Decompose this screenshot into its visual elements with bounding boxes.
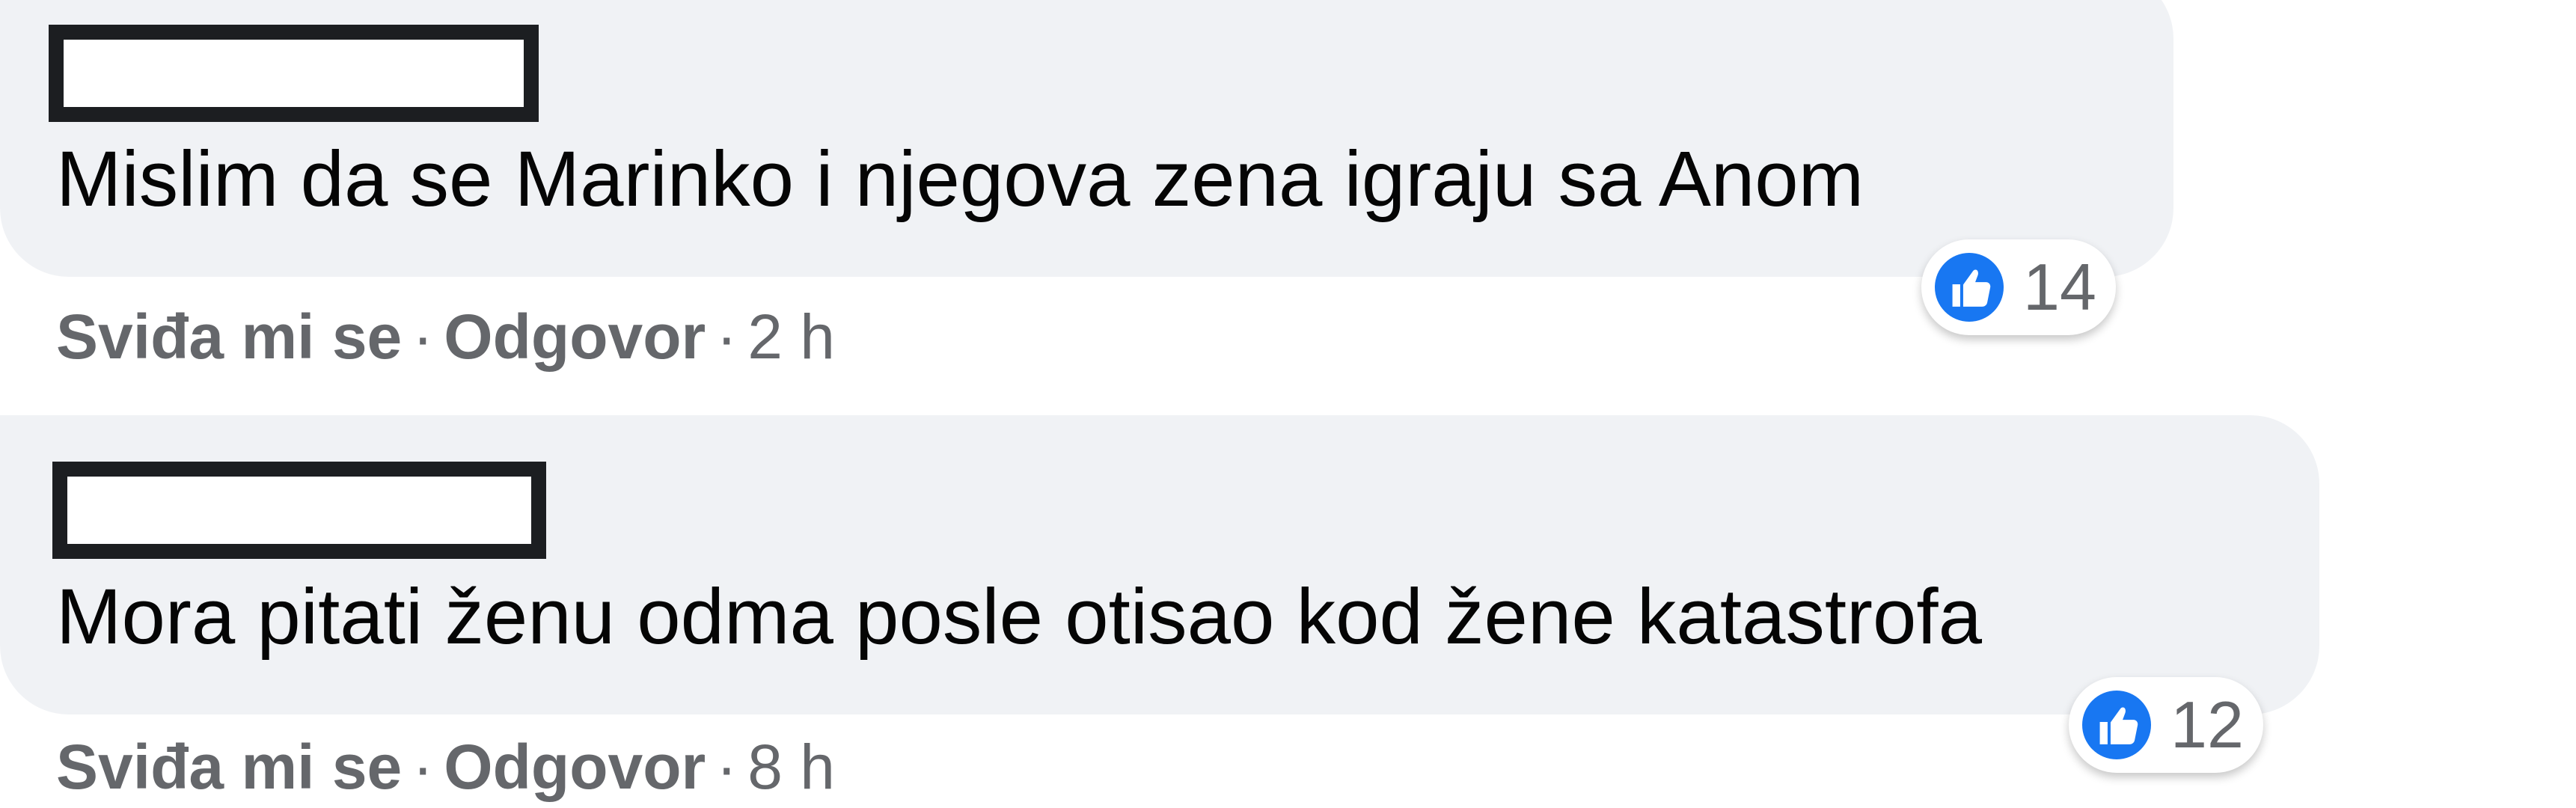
reaction-summary[interactable]: 14 (1921, 239, 2116, 335)
separator-dot: · (412, 732, 434, 802)
comment-text: Mora pitati ženu odma posle otisao kod ž… (56, 573, 1982, 661)
comment-timestamp[interactable]: 2 h (747, 302, 835, 372)
comment-actions: Sviđa mi se · Odgovor · 8 h (56, 729, 835, 804)
reaction-count: 12 (2170, 688, 2244, 762)
separator-dot: · (716, 732, 738, 802)
comment: Mora pitati ženu odma posle otisao kod ž… (0, 415, 2357, 808)
comment-timestamp[interactable]: 8 h (747, 732, 835, 802)
like-button[interactable]: Sviđa mi se (56, 302, 402, 372)
separator-dot: · (716, 302, 738, 372)
reaction-summary[interactable]: 12 (2069, 677, 2263, 773)
comment: Mislim da se Marinko i njegova zena igra… (0, 0, 2207, 389)
comment-bubble (0, 415, 2319, 714)
redacted-author-name[interactable] (52, 462, 546, 559)
reply-button[interactable]: Odgovor (444, 302, 706, 372)
reaction-count: 14 (2023, 250, 2096, 324)
like-button[interactable]: Sviđa mi se (56, 732, 402, 802)
comment-text: Mislim da se Marinko i njegova zena igra… (56, 135, 1864, 223)
redacted-author-name[interactable] (49, 25, 539, 122)
reply-button[interactable]: Odgovor (444, 732, 706, 802)
like-icon (1935, 253, 2004, 322)
like-icon (2082, 691, 2151, 759)
separator-dot: · (412, 302, 434, 372)
comment-actions: Sviđa mi se · Odgovor · 2 h (56, 299, 835, 374)
